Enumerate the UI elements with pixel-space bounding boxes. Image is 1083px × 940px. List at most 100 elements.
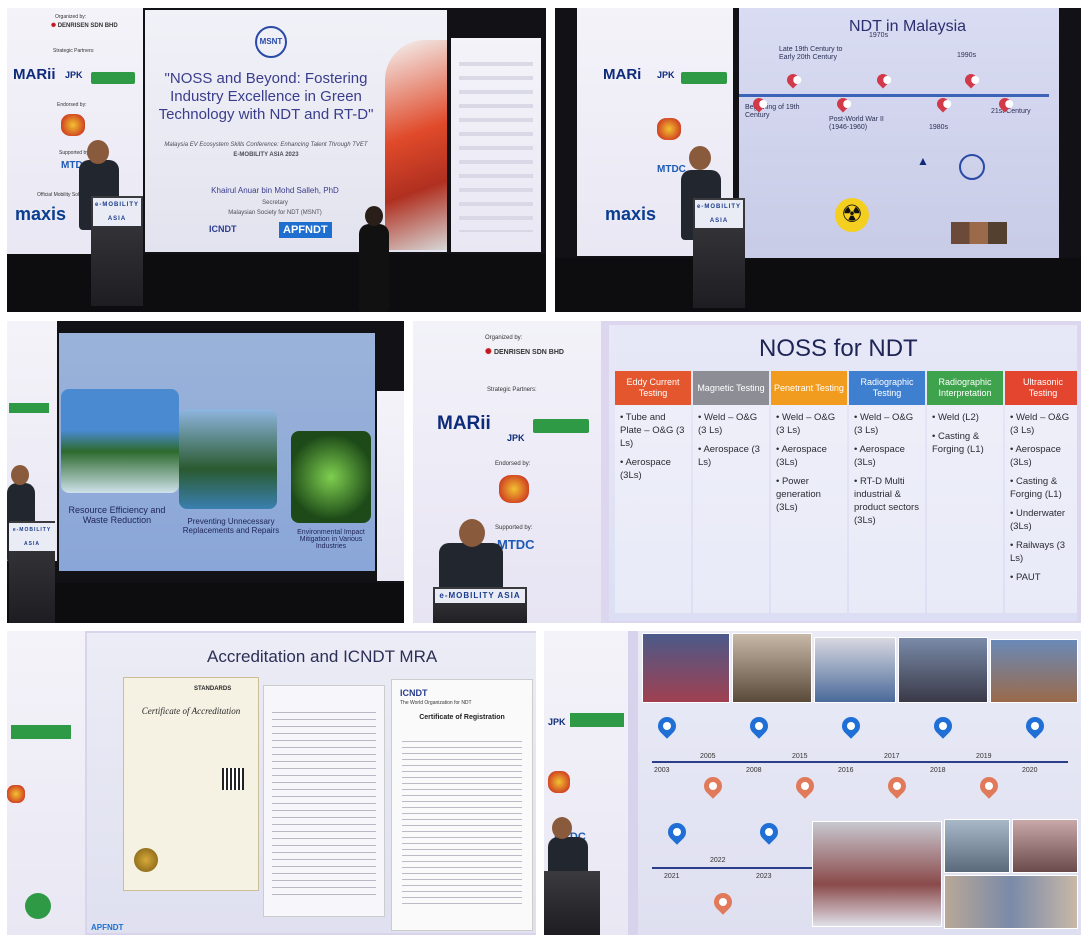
green-partner-logo bbox=[681, 72, 727, 84]
green-swirl-logo bbox=[25, 893, 51, 919]
maxis-logo: maxis bbox=[605, 204, 657, 224]
standards-logo: STANDARDS bbox=[194, 686, 232, 692]
photo-accreditation: Accreditation and ICNDT MRA STANDARDS Ce… bbox=[7, 631, 536, 935]
msnt-logo: MSNT bbox=[255, 26, 287, 58]
organized-by-label: Organized by: bbox=[55, 14, 87, 20]
milestone-pin-icon bbox=[874, 71, 892, 89]
mari-logo: MARii bbox=[13, 66, 56, 83]
milestone-label: 1980s bbox=[929, 124, 949, 131]
event-name: E-MOBILITY ASIA 2023 bbox=[233, 152, 299, 158]
noss-column: Ultrasonic Testing • Weld – O&G (3 Ls) • A… bbox=[1005, 371, 1077, 613]
timeline-year: 2016 bbox=[838, 767, 854, 774]
organized-by-label: Organized by: bbox=[485, 335, 523, 341]
icndt-logo: ICNDT bbox=[209, 224, 237, 234]
speaker-head bbox=[459, 519, 485, 547]
msnt-logo-small bbox=[959, 154, 985, 180]
denrisen-logo: ✺ DENRISEN SDN BHD bbox=[51, 23, 118, 29]
podium-sign: e-MOBILITY ASIA bbox=[9, 523, 55, 551]
timeline-year: 2003 bbox=[654, 767, 670, 774]
workshop-photo-2 bbox=[1012, 819, 1078, 873]
endorsed-by-label: Endorsed by: bbox=[495, 461, 531, 467]
cert-text-lines bbox=[402, 736, 522, 906]
malaysia-crest-icon bbox=[548, 771, 570, 793]
main-screen: MSNT "NOSS and Beyond: Fostering Industr… bbox=[145, 10, 447, 252]
sponsor-screen-right bbox=[451, 38, 541, 252]
schedule-document bbox=[263, 685, 385, 917]
timeline-year: 2021 bbox=[664, 873, 680, 880]
timeline-pin-icon bbox=[792, 773, 818, 799]
noss-item: • Casting & Forging (L1) bbox=[1010, 476, 1062, 500]
ev-charging-image bbox=[385, 40, 447, 250]
photo-ndt-in-malaysia: MARi JPK MTDC maxis NDT in Malaysia ☢ ▲ … bbox=[555, 8, 1081, 312]
card-label-3: Environmental Impact Mitigation in Vario… bbox=[297, 529, 365, 550]
green-partner-logo bbox=[533, 419, 589, 433]
maxis-logo: maxis bbox=[15, 204, 67, 224]
timeline-year: 2008 bbox=[746, 767, 762, 774]
timeline-axis-bottom bbox=[652, 867, 812, 869]
noss-item: • Power generation (3Ls) bbox=[776, 476, 821, 513]
noss-table-screen: NOSS for NDT Eddy Current Testing • Tube … bbox=[609, 325, 1077, 621]
noss-item: • Weld – O&G (3 Ls) bbox=[776, 412, 836, 436]
noss-item: • Weld – O&G (3 Ls) bbox=[698, 412, 758, 436]
timeline-pin-icon bbox=[664, 819, 690, 845]
event-photo-2 bbox=[732, 633, 812, 703]
strategic-partners-label: Strategic Partners: bbox=[487, 387, 537, 393]
speaker-role: Secretary bbox=[262, 200, 288, 206]
photographer-figure bbox=[359, 224, 389, 312]
photo-green-benefits: Resource Efficiency and Waste Reduction … bbox=[7, 321, 404, 623]
milestone-label: Late 19th Century to Early 20th Century bbox=[779, 46, 843, 61]
timeline-year: 2022 bbox=[710, 857, 726, 864]
malaysia-crest-icon bbox=[499, 475, 529, 503]
event-photo-4 bbox=[898, 637, 988, 703]
milestone-pin-icon bbox=[784, 71, 802, 89]
noss-column: Radiographic Interpretation • Weld (L2) • … bbox=[927, 371, 1003, 613]
photographer-head bbox=[365, 206, 383, 226]
noss-column: Penetrant Testing • Weld – O&G (3 Ls) • Ae… bbox=[771, 371, 847, 613]
noss-item: • Tube and Plate – O&G (3 Ls) bbox=[620, 412, 685, 449]
noss-column: Magnetic Testing • Weld – O&G (3 Ls) • Aer… bbox=[693, 371, 769, 613]
noss-item: • Casting & Forging (L1) bbox=[932, 431, 984, 455]
qr-code-icon bbox=[222, 768, 244, 790]
supported-by-label: Supported by: bbox=[59, 150, 91, 156]
card-palm-image bbox=[179, 409, 277, 509]
milestone-pin-icon bbox=[934, 95, 952, 113]
noss-column-header: Radiographic Testing bbox=[849, 371, 925, 405]
timeline-year: 2005 bbox=[700, 753, 716, 760]
noss-item: • Weld (L2) bbox=[932, 412, 979, 423]
icndt-certificate: ICNDT The World Organization for NDT Cer… bbox=[391, 679, 533, 931]
timeline-year: 2020 bbox=[1022, 767, 1038, 774]
malaysia-crest-icon bbox=[657, 118, 681, 140]
noss-column-header: Magnetic Testing bbox=[693, 371, 769, 405]
timeline-screen: NDT in Malaysia ☢ ▲ Late 19th Century to… bbox=[739, 8, 1059, 260]
timeline-pin-icon bbox=[756, 819, 782, 845]
timeline-pin-icon bbox=[710, 889, 736, 915]
speaker-head bbox=[689, 146, 711, 170]
certificate-heading: Certificate of Accreditation bbox=[141, 706, 241, 716]
photo-noss-for-ndt: Organized by: ✺ DENRISEN SDN BHD Strateg… bbox=[413, 321, 1081, 623]
card-label-1: Resource Efficiency and Waste Reduction bbox=[68, 505, 166, 525]
podium-sign: e-MOBILITY ASIA bbox=[695, 200, 743, 228]
timeline-pin-icon bbox=[838, 713, 864, 739]
event-photo-3 bbox=[814, 637, 896, 703]
noss-item: • Aerospace (3Ls) bbox=[1010, 444, 1061, 468]
icndt-sub: The World Organization for NDT bbox=[400, 700, 472, 706]
stage-floor bbox=[7, 254, 546, 312]
document-text-lines bbox=[272, 706, 376, 896]
speaker-head bbox=[87, 140, 109, 164]
organizer-name: DENRISEN SDN BHD bbox=[57, 23, 118, 29]
benefits-screen: Resource Efficiency and Waste Reduction … bbox=[59, 333, 375, 571]
noss-item: • Weld – O&G (3 Ls) bbox=[1010, 412, 1070, 436]
timeline-year: 2015 bbox=[792, 753, 808, 760]
noss-column: Eddy Current Testing • Tube and Plate – O… bbox=[615, 371, 691, 613]
speaker-org: Malaysian Society for NDT (MSNT) bbox=[228, 210, 322, 216]
slide-title: Accreditation and ICNDT MRA bbox=[207, 647, 438, 666]
organizer-name: DENRISEN SDN BHD bbox=[493, 349, 564, 356]
standards-certificate: STANDARDS Certificate of Accreditation bbox=[123, 677, 259, 891]
workshop-photo-3 bbox=[944, 875, 1078, 929]
green-partner-logo bbox=[11, 725, 71, 739]
green-partner-logo bbox=[570, 713, 624, 727]
event-photo-1 bbox=[642, 633, 730, 703]
nuclear-symbol-icon: ☢ bbox=[835, 198, 869, 232]
milestone-label: 1970s bbox=[869, 32, 889, 39]
noss-column-header: Penetrant Testing bbox=[771, 371, 847, 405]
